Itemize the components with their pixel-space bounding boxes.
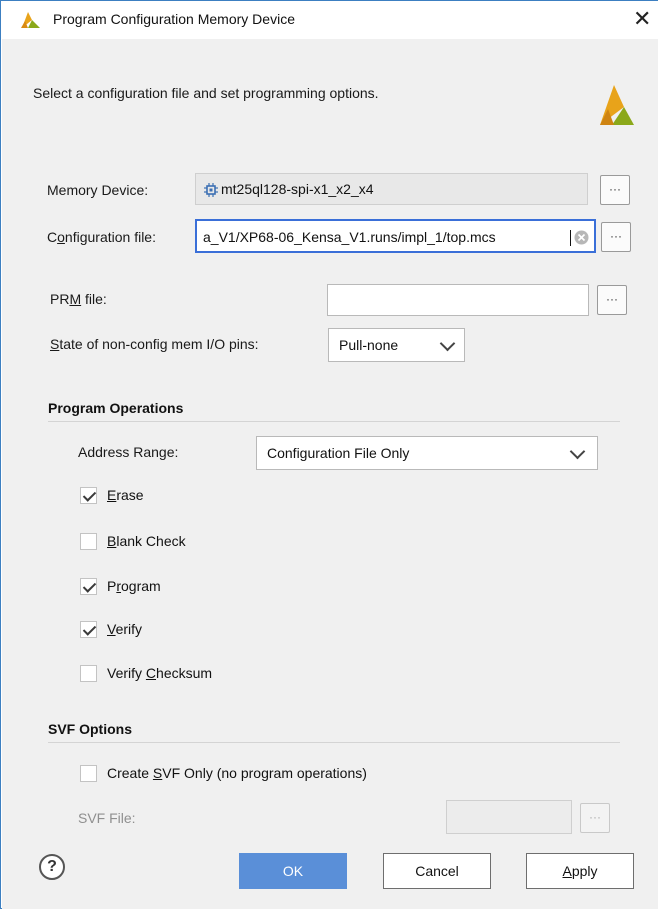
memory-device-label: Memory Device: (47, 182, 149, 198)
config-file-label-suffix: nfiguration file: (64, 229, 156, 245)
memory-device-browse-button[interactable]: ··· (600, 175, 630, 205)
program-label[interactable]: Program (107, 578, 161, 594)
config-file-label-mnemonic: o (57, 229, 65, 245)
prm-file-label-mnemonic: M (69, 291, 82, 307)
io-pins-label-mnemonic: S (50, 336, 60, 352)
verify-checkbox[interactable] (80, 621, 97, 638)
svf-file-input (446, 800, 572, 834)
create-svf-label-suffix: VF Only (no program operations) (162, 765, 367, 781)
verify-checksum-checkbox[interactable] (80, 665, 97, 682)
svf-file-browse-button: ··· (580, 803, 610, 833)
svf-options-heading: SVF Options (48, 721, 132, 737)
config-file-input[interactable]: a_V1/XP68-06_Kensa_V1.runs/impl_1/top.mc… (195, 219, 596, 253)
help-icon[interactable]: ? (39, 854, 65, 880)
memory-device-field: mt25ql128-spi-x1_x2_x4 (195, 173, 588, 205)
ok-button[interactable]: OK (239, 853, 347, 889)
prm-file-label: PRM file: (50, 291, 107, 307)
dialog-body: Select a configuration file and set prog… (2, 39, 658, 909)
apply-button[interactable]: Apply (526, 853, 634, 889)
erase-checkbox[interactable] (80, 487, 97, 504)
apply-label-suffix: pply (571, 863, 598, 879)
chip-icon (204, 183, 218, 197)
clear-text-icon[interactable] (574, 230, 589, 245)
checkmark-icon (82, 488, 97, 502)
program-label-suffix: ogram (121, 578, 161, 594)
create-svf-label-mnemonic: S (152, 765, 163, 781)
verify-label-mnemonic: V (107, 621, 116, 637)
config-file-label: Configuration file: (47, 229, 156, 245)
verify-checksum-label-suffix: hecksum (156, 665, 213, 681)
prm-file-label-suffix: file: (81, 291, 107, 307)
erase-label-mnemonic: E (107, 487, 117, 503)
config-file-label-prefix: C (47, 229, 58, 245)
blank-check-label-mnemonic: B (107, 533, 117, 549)
window-title: Program Configuration Memory Device (53, 11, 295, 27)
create-svf-only-label[interactable]: Create SVF Only (no program operations) (107, 765, 367, 781)
program-label-prefix: P (107, 578, 117, 594)
instruction-text: Select a configuration file and set prog… (33, 85, 379, 101)
config-file-value[interactable]: a_V1/XP68-06_Kensa_V1.runs/impl_1/top.mc… (203, 229, 496, 245)
text-caret (570, 230, 571, 246)
blank-check-label-suffix: lank Check (116, 533, 186, 549)
config-file-browse-button[interactable]: ··· (601, 222, 631, 252)
verify-label[interactable]: Verify (107, 621, 142, 637)
address-range-label: Address Range: (78, 444, 179, 460)
program-operations-heading: Program Operations (48, 400, 184, 416)
verify-checksum-label[interactable]: Verify Checksum (107, 665, 212, 681)
checkmark-icon (82, 622, 97, 636)
cancel-button[interactable]: Cancel (383, 853, 491, 889)
xilinx-logo-icon (600, 85, 634, 125)
program-config-memory-dialog: Program Configuration Memory Device ✕ Se… (0, 0, 659, 909)
close-icon[interactable]: ✕ (633, 5, 651, 33)
erase-label[interactable]: Erase (107, 487, 144, 503)
apply-label-mnemonic: A (562, 863, 572, 879)
io-pins-label-suffix: tate of non-config mem I/O pins: (59, 336, 259, 352)
create-svf-only-checkbox[interactable] (80, 765, 97, 782)
address-range-dropdown[interactable]: Configuration File Only (256, 436, 598, 470)
verify-label-suffix: erify (115, 621, 143, 637)
memory-device-value: mt25ql128-spi-x1_x2_x4 (221, 181, 374, 197)
checkmark-icon (82, 579, 97, 593)
program-checkbox[interactable] (80, 578, 97, 595)
vivado-logo-icon (21, 12, 40, 28)
erase-label-suffix: rase (116, 487, 144, 503)
verify-checksum-label-prefix: Verify (107, 665, 146, 681)
prm-file-input[interactable] (327, 284, 589, 316)
io-pins-selected: Pull-none (339, 337, 399, 353)
prm-file-browse-button[interactable]: ··· (597, 285, 627, 315)
section-divider (48, 421, 620, 422)
svf-file-label: SVF File: (78, 810, 136, 826)
io-pins-label: State of non-config mem I/O pins: (50, 336, 259, 352)
blank-check-label[interactable]: Blank Check (107, 533, 186, 549)
title-bar[interactable]: Program Configuration Memory Device ✕ (1, 1, 659, 39)
create-svf-label-prefix: Create (107, 765, 153, 781)
blank-check-checkbox[interactable] (80, 533, 97, 550)
verify-checksum-label-mnemonic: C (145, 665, 157, 681)
prm-file-label-prefix: PR (50, 291, 70, 307)
chevron-down-icon (439, 335, 456, 352)
address-range-selected: Configuration File Only (267, 445, 410, 461)
chevron-down-icon (569, 443, 586, 460)
io-pins-dropdown[interactable]: Pull-none (328, 328, 465, 362)
section-divider (48, 742, 620, 743)
